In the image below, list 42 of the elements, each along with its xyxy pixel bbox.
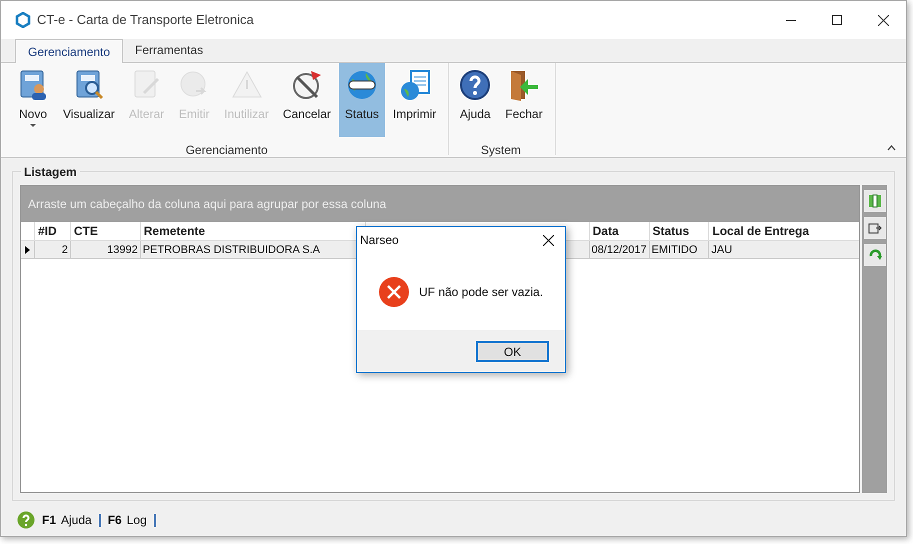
ribbon-icon — [346, 69, 378, 101]
ok-button[interactable]: OK — [476, 340, 549, 362]
column-header[interactable]: Local de Entrega — [708, 222, 859, 240]
shortcut-label[interactable]: Ajuda — [61, 511, 92, 529]
ribbon-icon — [398, 69, 431, 101]
help-icon — [17, 511, 35, 529]
ribbon-tab[interactable]: Gerenciamento — [15, 39, 124, 63]
column-header[interactable]: Data — [588, 222, 648, 240]
refresh-icon[interactable] — [864, 244, 886, 266]
export-icon[interactable] — [864, 217, 886, 239]
table-cell: JAU — [708, 241, 860, 258]
ribbon-button[interactable]: Imprimir — [386, 63, 442, 137]
column-header[interactable]: Status — [648, 222, 708, 240]
ribbon-icon — [290, 69, 323, 101]
table-cell: 13992 — [70, 241, 140, 258]
table-cell: 2 — [34, 241, 70, 258]
shortcut-key: F1 — [42, 511, 56, 529]
column-header[interactable]: #ID — [34, 222, 70, 240]
ribbon-icon — [459, 69, 492, 101]
table-cell: EMITIDO — [648, 241, 708, 258]
collapse-icon[interactable] — [887, 145, 896, 151]
error-icon — [378, 276, 410, 308]
table-cell: 08/12/2017 — [588, 241, 649, 258]
close-icon[interactable] — [543, 234, 554, 246]
ribbon-tab[interactable]: Ferramentas — [123, 38, 216, 62]
caret-icon — [30, 124, 36, 127]
ribbon-button[interactable]: Fechar — [499, 63, 549, 137]
ribbon-button[interactable]: Cancelar — [276, 63, 337, 137]
group-label: System — [480, 142, 521, 159]
shortcut-key: F6 — [108, 511, 122, 529]
group-label: Gerenciamento — [186, 142, 268, 159]
ribbon-button[interactable]: Ajuda — [453, 63, 498, 137]
app-logo-icon — [15, 12, 31, 28]
dialog-message: UF não pode ser vazia. — [419, 284, 544, 300]
columns-icon[interactable] — [864, 190, 886, 212]
group-hint: Arraste um cabeçalho da coluna aqui para agrupar por essa coluna — [28, 196, 386, 213]
ribbon-button[interactable]: Status — [338, 63, 385, 137]
shortcut-label[interactable]: Log — [126, 511, 147, 529]
ribbon-button[interactable]: Visualizar — [57, 63, 121, 137]
ribbon-button[interactable]: Novo — [11, 63, 55, 137]
window-title: CT-e - Carta de Transporte Eletronica — [37, 11, 254, 30]
column-header[interactable]: CTE — [70, 222, 140, 240]
